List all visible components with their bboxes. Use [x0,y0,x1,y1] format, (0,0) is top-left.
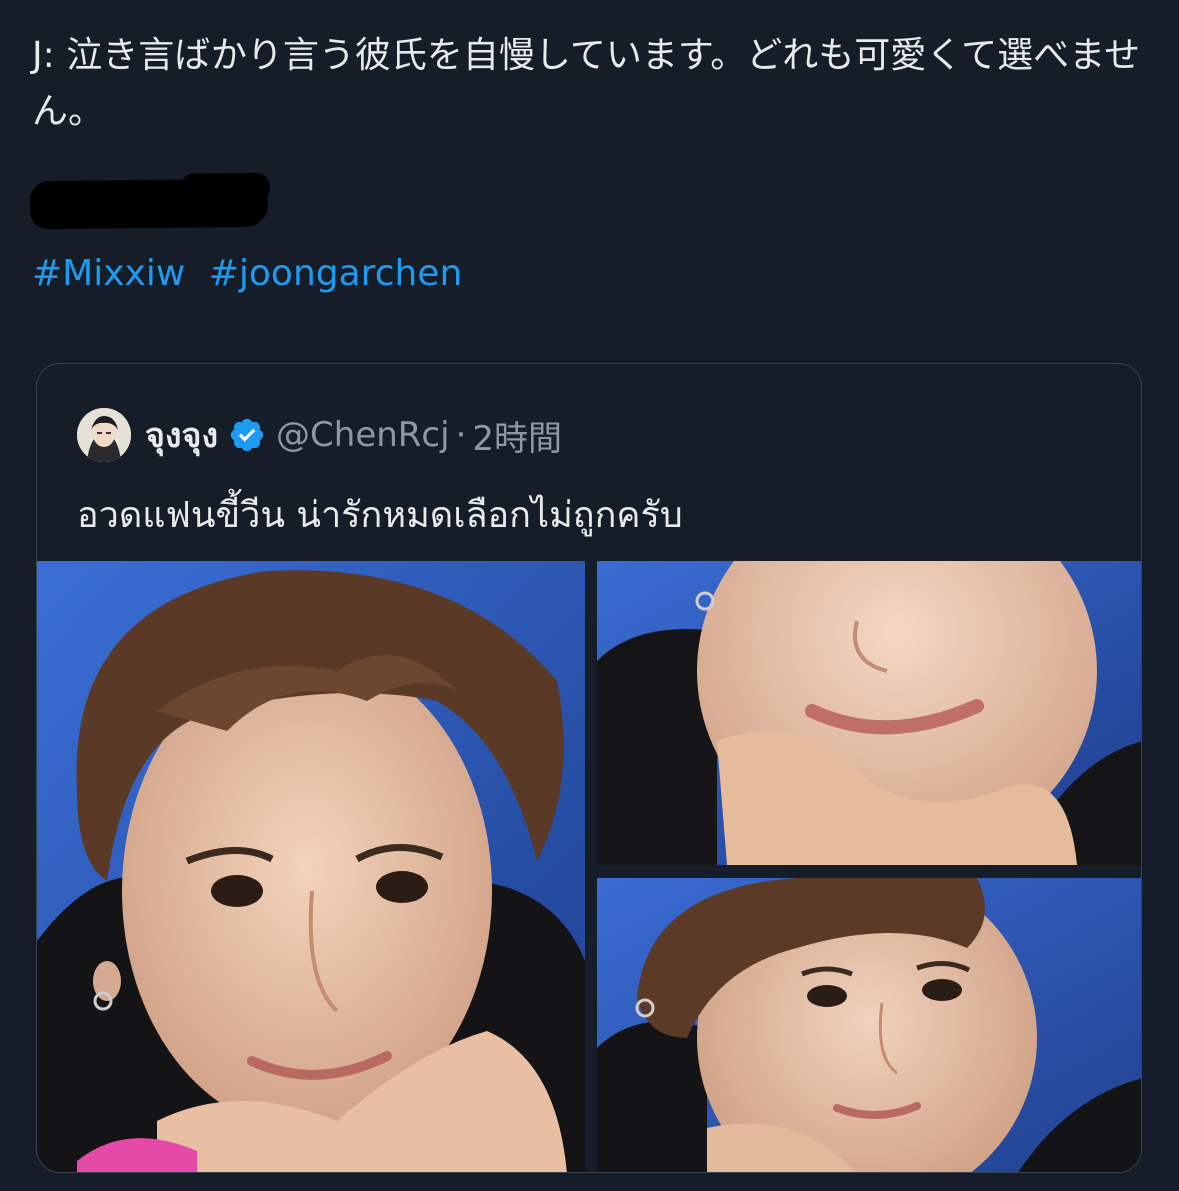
display-name[interactable]: จุงจุง [145,408,218,462]
photo-3[interactable] [597,878,1141,1172]
photo-2[interactable] [597,561,1141,865]
quoted-tweet-card[interactable]: จุงจุง @ChenRcj · 2時間 อวดแฟนขี้วีน น่ารั… [36,363,1142,1173]
tweet-text: J: 泣き言ばかり言う彼氏を自慢しています。どれも可愛くて選べません。 [32,35,1141,132]
hashtag-joongarchen[interactable]: #joongarchen [209,253,463,294]
media-grid [37,561,1141,1172]
hashtag-mixxiw[interactable]: #Mixxiw [32,253,185,294]
photo-1[interactable] [37,561,585,1172]
hashtag-row: #Mixxiw #joongarchen [32,248,474,300]
separator: · [455,415,467,455]
redacted-scribble [29,178,269,230]
timestamp[interactable]: 2時間 [472,411,562,460]
handle[interactable]: @ChenRcj [276,415,450,455]
quoted-tweet-text: อวดแฟนขี้วีน น่ารักหมดเลือกไม่ถูกครับ [77,495,683,536]
quoted-tweet-header: จุงจุง @ChenRcj · 2時間 [77,408,562,462]
avatar[interactable] [77,408,131,462]
verified-badge-icon [228,416,266,454]
